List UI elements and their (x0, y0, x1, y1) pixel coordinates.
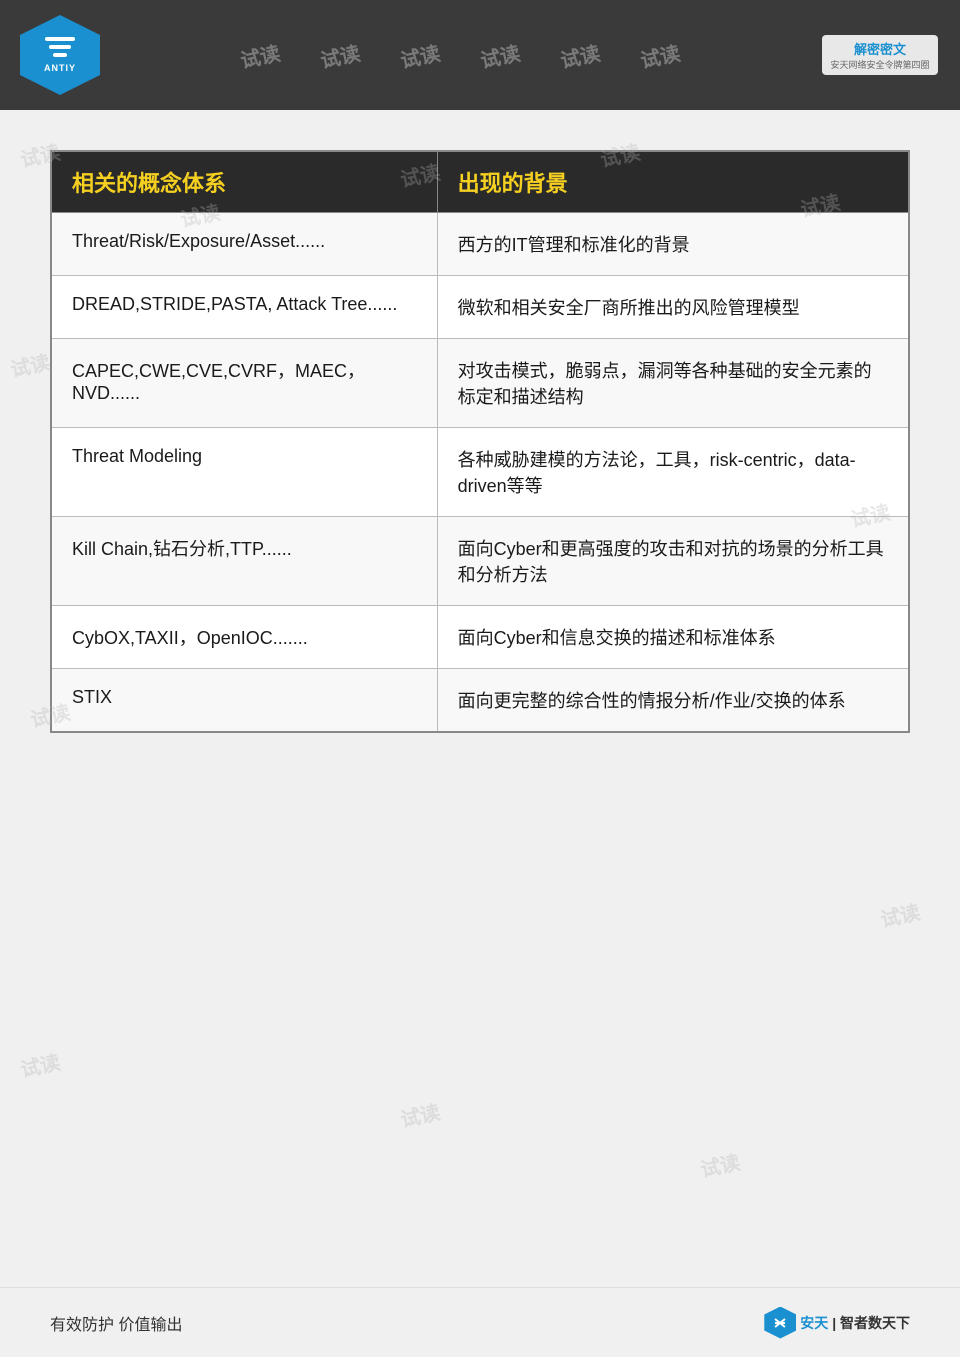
table-row: STIX面向更完整的综合性的情报分析/作业/交换的体系 (51, 669, 909, 733)
table-row: CAPEC,CWE,CVE,CVRF，MAEC，NVD......对攻击模式，脆… (51, 339, 909, 428)
table-cell-left: CybOX,TAXII，OpenIOC....... (51, 606, 437, 669)
wm6: 试读 (637, 37, 682, 74)
table-cell-left: Threat/Risk/Exposure/Asset...... (51, 213, 437, 276)
footer-brand-sub: 智者数天下 (840, 1315, 910, 1331)
body-wm-9: 试读 (877, 896, 922, 933)
header: ANTIY 试读 试读 试读 试读 试读 试读 解密密文 安天网络安全令牌第四圈 (0, 0, 960, 110)
wm4: 试读 (477, 37, 522, 74)
wm1: 试读 (237, 37, 282, 74)
table-cell-left: CAPEC,CWE,CVE,CVRF，MAEC，NVD...... (51, 339, 437, 428)
badge-top: 解密密文 (830, 39, 929, 58)
table-row: Threat Modeling各种威胁建模的方法论，工具，risk-centri… (51, 428, 909, 517)
right-badge: 解密密文 安天网络安全令牌第四圈 (822, 35, 937, 75)
content-table: 相关的概念体系 出现的背景 Threat/Risk/Exposure/Asset… (50, 150, 910, 733)
wm5: 试读 (557, 37, 602, 74)
col1-header: 相关的概念体系 (51, 151, 437, 213)
body-wm-11: 试读 (397, 1096, 442, 1133)
header-watermarks: 试读 试读 试读 试读 试读 试读 (100, 41, 820, 70)
footer-brand-text: 安天 | 智者数天下 (800, 1313, 910, 1333)
body-wm-12: 试读 (697, 1146, 742, 1183)
table-cell-right: 西方的IT管理和标准化的背景 (437, 213, 909, 276)
footer-brand: 安天 | 智者数天下 (764, 1307, 910, 1339)
table-cell-right: 对攻击模式，脆弱点，漏洞等各种基础的安全元素的标定和描述结构 (437, 339, 909, 428)
table-row: CybOX,TAXII，OpenIOC.......面向Cyber和信息交换的描… (51, 606, 909, 669)
footer-brand-separator: | (832, 1315, 836, 1331)
table-cell-right: 面向更完整的综合性的情报分析/作业/交换的体系 (437, 669, 909, 733)
table-cell-left: DREAD,STRIDE,PASTA, Attack Tree...... (51, 276, 437, 339)
logo-label: ANTIY (44, 63, 76, 73)
antiy-logo: ANTIY (20, 15, 100, 95)
table-cell-right: 面向Cyber和更高强度的攻击和对抗的场景的分析工具和分析方法 (437, 517, 909, 606)
table-cell-right: 面向Cyber和信息交换的描述和标准体系 (437, 606, 909, 669)
main-content: 相关的概念体系 出现的背景 Threat/Risk/Exposure/Asset… (0, 110, 960, 773)
table-row: Threat/Risk/Exposure/Asset......西方的IT管理和… (51, 213, 909, 276)
wm2: 试读 (317, 37, 362, 74)
table-row: Kill Chain,钻石分析,TTP......面向Cyber和更高强度的攻击… (51, 517, 909, 606)
table-cell-left: STIX (51, 669, 437, 733)
wm3: 试读 (397, 37, 442, 74)
footer-brand-main: 安天 (800, 1315, 828, 1331)
body-wm-10: 试读 (17, 1046, 62, 1083)
col2-header: 出现的背景 (437, 151, 909, 213)
footer-tagline: 有效防护 价值输出 (50, 1311, 182, 1335)
footer: 有效防护 价值输出 安天 | 智者数天下 (0, 1287, 960, 1357)
table-row: DREAD,STRIDE,PASTA, Attack Tree......微软和… (51, 276, 909, 339)
table-cell-left: Kill Chain,钻石分析,TTP...... (51, 517, 437, 606)
table-cell-left: Threat Modeling (51, 428, 437, 517)
table-cell-right: 各种威胁建模的方法论，工具，risk-centric，data-driven等等 (437, 428, 909, 517)
badge-bottom: 安天网络安全令牌第四圈 (830, 58, 929, 71)
table-cell-right: 微软和相关安全厂商所推出的风险管理模型 (437, 276, 909, 339)
footer-logo-icon (764, 1307, 796, 1339)
header-right-logo: 解密密文 安天网络安全令牌第四圈 (820, 20, 940, 90)
